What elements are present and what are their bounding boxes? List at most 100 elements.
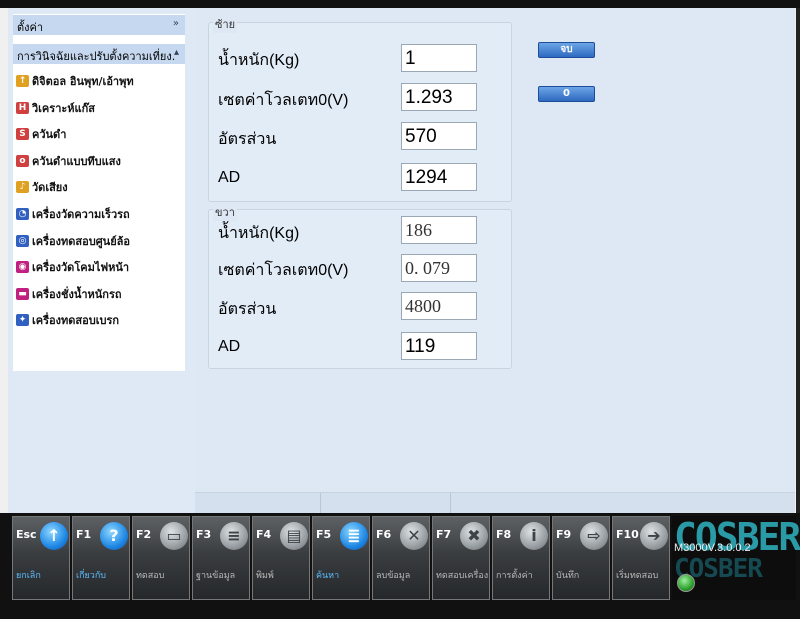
zero-button[interactable]: 0 bbox=[538, 86, 595, 102]
sidebar-header-settings[interactable]: ตั้งค่า » bbox=[13, 15, 185, 35]
f2-test-button[interactable]: F2 ▭ ทดสอบ bbox=[132, 516, 190, 600]
key-code: F8 bbox=[496, 528, 512, 541]
key-code: F9 bbox=[556, 528, 572, 541]
car-icon: ▭ bbox=[160, 522, 188, 550]
right-ad-label: AD bbox=[218, 338, 241, 355]
key-label: ทดสอบเครื่อง bbox=[436, 571, 489, 581]
sidebar-item-label: เครื่องทดสอบศูนย์ล้อ bbox=[32, 235, 130, 248]
sidebar-item-gas-analyzer[interactable]: H วิเคราะห์แก๊ส bbox=[16, 98, 95, 118]
f7-machine-test-button[interactable]: F7 ✖ ทดสอบเครื่อง bbox=[432, 516, 490, 600]
left-weight-field[interactable]: 1 bbox=[401, 44, 477, 72]
tools-icon: ✖ bbox=[460, 522, 488, 550]
status-bar bbox=[195, 492, 795, 513]
left-weight-label: น้ำหนัก(Kg) bbox=[218, 52, 300, 69]
key-label: ลบข้อมูล bbox=[376, 571, 411, 581]
key-code: F10 bbox=[616, 528, 639, 541]
right-zero-voltage-label: เซตค่าโวลเตท0(V) bbox=[218, 262, 349, 279]
sidebar-item-label: วัดเสียง bbox=[32, 181, 68, 194]
key-code: F2 bbox=[136, 528, 152, 541]
search-doc-icon: ≣ bbox=[340, 522, 368, 550]
sidebar-item-brake[interactable]: ✦ เครื่องทดสอบเบรก bbox=[16, 310, 119, 330]
key-label: พิมพ์ bbox=[256, 571, 274, 581]
wheel-alignment-icon: ◎ bbox=[16, 235, 29, 247]
key-code: F7 bbox=[436, 528, 452, 541]
sidebar-item-label: เครื่องทดสอบเบรก bbox=[32, 314, 120, 327]
io-icon: ↑ bbox=[16, 75, 29, 87]
sidebar-item-label: เครื่องวัดความเร็วรถ bbox=[32, 208, 130, 221]
sidebar-header-label: ตั้งค่า bbox=[17, 21, 44, 34]
status-divider bbox=[320, 493, 321, 513]
key-label: ทดสอบ bbox=[136, 571, 165, 581]
key-label: เกี่ยวกับ bbox=[76, 571, 107, 581]
sidebar-item-digital-io[interactable]: ↑ ดิจิตอล อินพุท/เอ้าพุท bbox=[16, 71, 134, 91]
settings-icon: i bbox=[520, 522, 548, 550]
right-zero-voltage-field[interactable]: 0. 079 bbox=[401, 254, 477, 282]
sidebar-item-smoke[interactable]: S ควันดำ bbox=[16, 124, 66, 144]
help-icon: ? bbox=[100, 522, 128, 550]
key-label: ยกเลิก bbox=[16, 571, 41, 581]
key-code: F4 bbox=[256, 528, 272, 541]
version-label: M3000V.3.0.0.2 bbox=[674, 542, 751, 554]
f6-delete-button[interactable]: F6 ✕ ลบข้อมูล bbox=[372, 516, 430, 600]
save-icon: ⇨ bbox=[580, 522, 608, 550]
up-arrow-icon: ↑ bbox=[40, 522, 68, 550]
sidebar-item-label: ควันดำแบบทึบแสง bbox=[32, 155, 121, 168]
left-ad-label: AD bbox=[218, 169, 241, 186]
key-label: บันทึก bbox=[556, 571, 580, 581]
speedometer-icon: ◔ bbox=[16, 208, 29, 220]
sound-icon: ♪ bbox=[16, 181, 29, 193]
save-button[interactable]: จบ bbox=[538, 42, 595, 58]
sidebar-item-label: วิเคราะห์แก๊ส bbox=[32, 102, 96, 115]
right-frame-edge bbox=[796, 8, 800, 513]
left-ratio-field[interactable]: 570 bbox=[401, 122, 477, 150]
sidebar-header-diagnostics[interactable]: การวินิจฉัยและปรับตั้งความเที่ยง. ▴ bbox=[13, 44, 185, 64]
f5-search-button[interactable]: F5 ≣ ค้นหา bbox=[312, 516, 370, 600]
right-ad-field[interactable]: 119 bbox=[401, 332, 477, 360]
left-group-title: ซ้าย bbox=[213, 15, 238, 33]
key-label: เริ่มทดสอบ bbox=[616, 571, 659, 581]
top-frame-bar bbox=[0, 0, 800, 8]
left-zero-voltage-field[interactable]: 1.293 bbox=[401, 83, 477, 111]
left-zero-voltage-label: เซตค่าโวลเตท0(V) bbox=[218, 92, 349, 109]
key-label: การตั้งค่า bbox=[496, 571, 533, 581]
sidebar-item-sound[interactable]: ♪ วัดเสียง bbox=[16, 177, 68, 197]
headlight-icon: ◉ bbox=[16, 261, 29, 273]
opacity-smoke-icon: o bbox=[16, 155, 29, 167]
printer-icon: ▤ bbox=[280, 522, 308, 550]
f10-start-test-button[interactable]: F10 ➔ เริ่มทดสอบ bbox=[612, 516, 670, 600]
sidebar-item-scale[interactable]: ▬ เครื่องชั่งน้ำหนักรถ bbox=[16, 284, 122, 304]
key-code: F3 bbox=[196, 528, 212, 541]
smoke-icon: S bbox=[16, 128, 29, 140]
right-ratio-field[interactable]: 4800 bbox=[401, 292, 477, 320]
brake-icon: ✦ bbox=[16, 314, 29, 326]
left-ad-field[interactable]: 1294 bbox=[401, 163, 477, 191]
trash-icon: ✕ bbox=[400, 522, 428, 550]
f1-about-button[interactable]: F1 ? เกี่ยวกับ bbox=[72, 516, 130, 600]
f4-print-button[interactable]: F4 ▤ พิมพ์ bbox=[252, 516, 310, 600]
sidebar-item-wheel-alignment[interactable]: ◎ เครื่องทดสอบศูนย์ล้อ bbox=[16, 231, 130, 251]
f9-save-button[interactable]: F9 ⇨ บันทึก bbox=[552, 516, 610, 600]
key-code: F6 bbox=[376, 528, 392, 541]
f3-database-button[interactable]: F3 ≡ ฐานข้อมูล bbox=[192, 516, 250, 600]
right-weight-field[interactable]: 186 bbox=[401, 216, 477, 244]
key-label: ค้นหา bbox=[316, 571, 340, 581]
sidebar-item-speedometer[interactable]: ◔ เครื่องวัดความเร็วรถ bbox=[16, 204, 130, 224]
esc-cancel-button[interactable]: Esc ↑ ยกเลิก bbox=[12, 516, 70, 600]
double-chevron-down-icon[interactable]: » bbox=[173, 18, 179, 29]
sidebar-header-label: การวินิจฉัยและปรับตั้งความเที่ยง. bbox=[17, 50, 176, 63]
left-ratio-label: อัตรส่วน bbox=[218, 131, 277, 148]
sidebar-item-label: ดิจิตอล อินพุท/เอ้าพุท bbox=[32, 75, 134, 88]
right-group-title: ขวา bbox=[213, 203, 237, 221]
f8-settings-button[interactable]: F8 i การตั้งค่า bbox=[492, 516, 550, 600]
scale-icon: ▬ bbox=[16, 288, 29, 300]
database-icon: ≡ bbox=[220, 522, 248, 550]
gas-analyzer-icon: H bbox=[16, 102, 29, 114]
sidebar-item-label: เครื่องชั่งน้ำหนักรถ bbox=[32, 288, 122, 301]
sidebar-item-opacity-smoke[interactable]: o ควันดำแบบทึบแสง bbox=[16, 151, 121, 171]
status-led-icon bbox=[677, 574, 695, 592]
sidebar-item-label: ควันดำ bbox=[32, 128, 67, 141]
sidebar-item-headlight[interactable]: ◉ เครื่องวัดโคมไฟหน้า bbox=[16, 257, 129, 277]
key-code: Esc bbox=[16, 528, 37, 541]
double-chevron-up-icon[interactable]: ▴ bbox=[174, 47, 179, 58]
key-code: F1 bbox=[76, 528, 92, 541]
